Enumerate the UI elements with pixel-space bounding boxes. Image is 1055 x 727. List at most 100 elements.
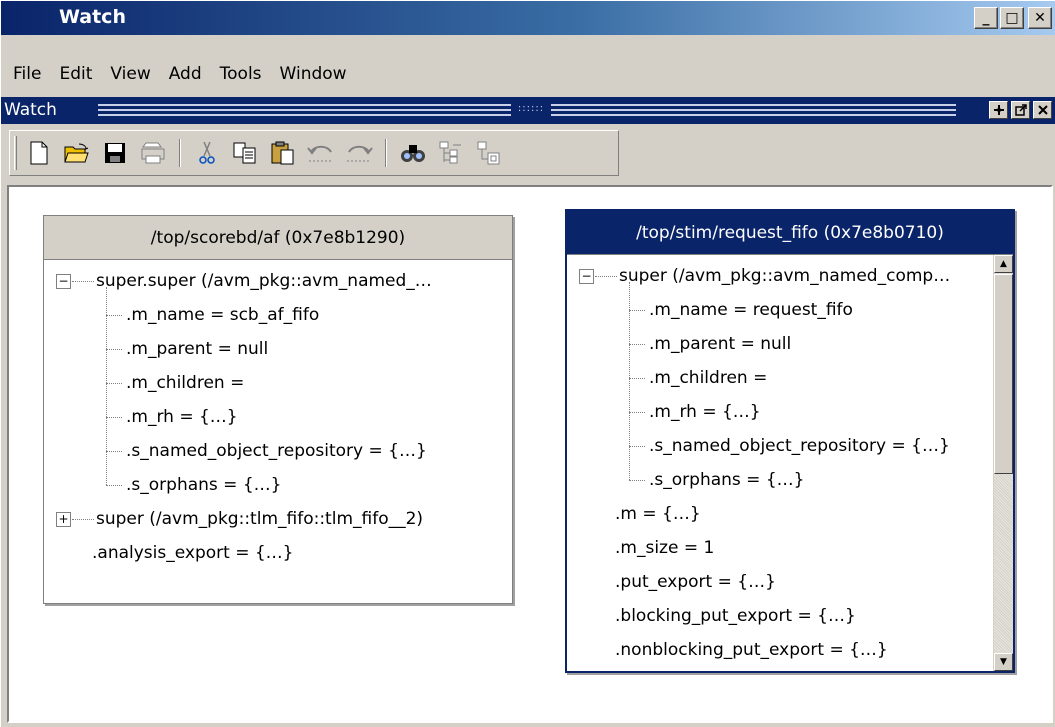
scroll-thumb[interactable] xyxy=(994,274,1013,474)
find-icon[interactable] xyxy=(398,137,428,169)
variable-tree: − super.super (/avm_pkg::avm_named_….m_na… xyxy=(44,260,512,570)
dock-header[interactable]: Watch :::::: xyxy=(1,97,1055,124)
tree-row[interactable]: .blocking_put_export = {…} xyxy=(567,599,1013,633)
toolbar-separator xyxy=(385,139,387,167)
window-title: Watch xyxy=(59,6,126,28)
tree-row[interactable]: − super.super (/avm_pkg::avm_named_… xyxy=(44,264,512,298)
dock-grip-dots: :::::: xyxy=(511,102,551,116)
tree-row-label: .m_name = request_fifo xyxy=(649,300,853,320)
tree-row-label: super (/avm_pkg::avm_named_comp… xyxy=(619,266,951,286)
tree-connector xyxy=(106,417,122,418)
tree-row[interactable]: .m_name = scb_af_fifo xyxy=(44,298,512,332)
minimize-button[interactable]: _ xyxy=(974,7,998,29)
tree-connector xyxy=(106,451,122,452)
tree-row-label: .blocking_put_export = {…} xyxy=(615,606,856,626)
undo-icon[interactable] xyxy=(306,137,336,169)
tree-row[interactable]: .s_named_object_repository = {…} xyxy=(44,434,512,468)
tree-row-label: .m_rh = {…} xyxy=(649,402,761,422)
undock-icon[interactable] xyxy=(989,101,1008,119)
tree-row[interactable]: .m_rh = {…} xyxy=(44,400,512,434)
toolbar-handle[interactable] xyxy=(14,136,17,170)
menu-add[interactable]: Add xyxy=(163,64,214,84)
tree-row[interactable]: − super (/avm_pkg::avm_named_comp… xyxy=(567,259,1013,293)
save-icon[interactable] xyxy=(100,137,130,169)
tree-connector xyxy=(106,315,122,316)
tree-row-label: .m_children = xyxy=(126,373,245,393)
scroll-up-arrow[interactable]: ▲ xyxy=(994,255,1013,273)
tree-row-label: .m_rh = {…} xyxy=(126,407,238,427)
dock-buttons xyxy=(989,101,1052,119)
title-bar[interactable]: Watch _ □ ✕ xyxy=(1,1,1055,35)
cut-icon[interactable] xyxy=(192,137,222,169)
tree-connector xyxy=(595,276,617,277)
tree-row-label: .s_named_object_repository = {…} xyxy=(649,436,950,456)
tree-row[interactable]: .m_children = xyxy=(567,361,1013,395)
toolbar xyxy=(9,130,619,176)
tree-row[interactable]: .m = {…} xyxy=(567,497,1013,531)
tree-row[interactable]: .nonblocking_put_export = {…} xyxy=(567,633,1013,667)
tree-connector xyxy=(629,446,645,447)
redo-icon[interactable] xyxy=(344,137,374,169)
tree-connector xyxy=(72,519,94,520)
tree-row[interactable]: .m_parent = null xyxy=(44,332,512,366)
watch-window: Watch _ □ ✕ File Edit View Add Tools Win… xyxy=(0,0,1055,727)
tree-connector xyxy=(629,480,645,481)
copy-icon[interactable] xyxy=(230,137,260,169)
collapse-node-icon[interactable]: − xyxy=(56,274,71,289)
menu-tools[interactable]: Tools xyxy=(214,64,274,84)
paste-icon[interactable] xyxy=(268,137,298,169)
watch-client-area[interactable]: /top/scorebd/af (0x7e8b1290) − super.supe… xyxy=(7,185,1053,723)
tree-row-label: super (/avm_pkg::tlm_fifo::tlm_fifo__2) xyxy=(96,509,424,529)
collapse-tree-icon[interactable] xyxy=(474,137,504,169)
tree-connector xyxy=(106,383,122,384)
menu-view[interactable]: View xyxy=(104,64,162,84)
close-button[interactable]: ✕ xyxy=(1028,7,1052,29)
tree-row-label: .analysis_export = {…} xyxy=(92,543,294,563)
tree-connector xyxy=(106,349,122,350)
tree-row-label: .put_export = {…} xyxy=(615,572,776,592)
open-folder-icon[interactable] xyxy=(62,137,92,169)
menu-edit[interactable]: Edit xyxy=(53,64,104,84)
maximize-button[interactable]: □ xyxy=(1000,7,1024,29)
panel-header[interactable]: /top/stim/request_fifo (0x7e8b0710) xyxy=(567,211,1013,255)
tree-row-label: .nonblocking_put_export = {…} xyxy=(615,640,888,660)
tree-row-label: .s_orphans = {…} xyxy=(126,475,282,495)
watch-panel-request-fifo[interactable]: /top/stim/request_fifo (0x7e8b0710) − sup… xyxy=(565,209,1015,673)
new-file-icon[interactable] xyxy=(24,137,54,169)
menu-file[interactable]: File xyxy=(7,64,53,84)
tree-connector xyxy=(629,378,645,379)
tree-row-label: .m_name = scb_af_fifo xyxy=(126,305,320,325)
expand-tree-icon[interactable] xyxy=(436,137,466,169)
tree-row[interactable]: .m_name = request_fifo xyxy=(567,293,1013,327)
tree-row-label: .m_size = 1 xyxy=(615,538,715,558)
tree-connector xyxy=(629,344,645,345)
variable-tree: − super (/avm_pkg::avm_named_comp….m_name… xyxy=(567,255,1013,667)
tree-connector xyxy=(629,412,645,413)
tree-row[interactable]: .m_rh = {…} xyxy=(567,395,1013,429)
pin-icon[interactable] xyxy=(1011,101,1030,119)
tree-row[interactable]: .put_export = {…} xyxy=(567,565,1013,599)
tree-row-label: .s_orphans = {…} xyxy=(649,470,805,490)
tree-row[interactable]: + super (/avm_pkg::tlm_fifo::tlm_fifo__2) xyxy=(44,502,512,536)
collapse-node-icon[interactable]: − xyxy=(579,269,594,284)
tree-row[interactable]: .s_orphans = {…} xyxy=(44,468,512,502)
tree-row[interactable]: .s_orphans = {…} xyxy=(567,463,1013,497)
tree-row[interactable]: .m_children = xyxy=(44,366,512,400)
tree-row-label: .m_parent = null xyxy=(126,339,269,359)
tree-row-label: .m_parent = null xyxy=(649,334,792,354)
watch-panel-scorebd[interactable]: /top/scorebd/af (0x7e8b1290) − super.supe… xyxy=(43,215,513,604)
menu-window[interactable]: Window xyxy=(274,64,359,84)
scroll-down-arrow[interactable]: ▼ xyxy=(994,653,1013,671)
toolbar-separator xyxy=(179,139,181,167)
tree-row-label: .m = {…} xyxy=(615,504,701,524)
tree-row[interactable]: .analysis_export = {…} xyxy=(44,536,512,570)
expand-node-icon[interactable]: + xyxy=(56,512,71,527)
menu-bar: File Edit View Add Tools Window xyxy=(1,58,359,90)
vertical-scrollbar[interactable]: ▲ ▼ xyxy=(993,255,1013,671)
panel-header[interactable]: /top/scorebd/af (0x7e8b1290) xyxy=(44,216,512,260)
tree-row[interactable]: .m_size = 1 xyxy=(567,531,1013,565)
print-icon[interactable] xyxy=(138,137,168,169)
tree-row[interactable]: .m_parent = null xyxy=(567,327,1013,361)
close-icon[interactable] xyxy=(1033,101,1052,119)
tree-row[interactable]: .s_named_object_repository = {…} xyxy=(567,429,1013,463)
